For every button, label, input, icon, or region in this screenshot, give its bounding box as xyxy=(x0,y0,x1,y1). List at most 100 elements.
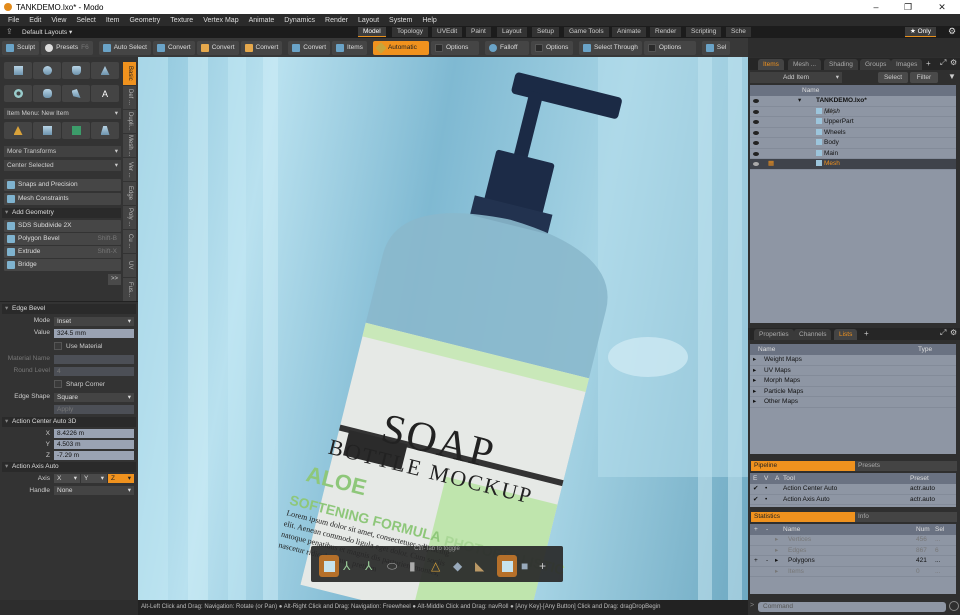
vtab-mesh[interactable]: Mesh ... xyxy=(123,134,136,157)
visibility-icon[interactable] xyxy=(753,151,759,156)
axis-x-button[interactable]: X xyxy=(54,474,80,483)
menu-item[interactable]: Item xyxy=(106,17,120,24)
sel-button[interactable]: Sel xyxy=(701,40,731,55)
add-tab-button[interactable]: + xyxy=(926,59,931,68)
only-toggle[interactable]: ★ Only xyxy=(905,27,936,37)
layout-upload-icon[interactable]: ⇪ xyxy=(6,27,13,36)
more-tools-button[interactable]: >> xyxy=(108,274,121,285)
tab-setup[interactable]: Setup xyxy=(532,27,559,37)
item-menu-dropdown[interactable]: Item Menu: New Item xyxy=(4,108,121,119)
filter-button[interactable]: Filter xyxy=(910,72,938,83)
center-selected-dropdown[interactable]: Center Selected xyxy=(4,160,121,171)
auto-select-button[interactable]: Auto Select xyxy=(98,40,151,55)
options-button[interactable]: Options xyxy=(430,40,479,55)
close-button[interactable]: ✕ xyxy=(928,0,956,14)
visibility-icon[interactable] xyxy=(753,120,759,124)
stat-sel[interactable]: ... xyxy=(935,567,940,578)
tab-render[interactable]: Render xyxy=(650,27,682,37)
vtab-polygon[interactable]: Poly ... xyxy=(123,206,136,229)
item-row[interactable]: UpperPart xyxy=(750,117,956,128)
more-transforms-dropdown[interactable]: More Transforms xyxy=(4,146,121,157)
value-input[interactable]: 324.5 mm xyxy=(54,329,134,338)
visibility-icon[interactable] xyxy=(753,109,759,114)
menu-texture[interactable]: Texture xyxy=(170,17,193,24)
edge-bevel-section[interactable]: Edge Bevel xyxy=(2,304,136,314)
add-tool-icon[interactable]: + xyxy=(539,559,546,573)
item-row[interactable]: Body xyxy=(750,138,956,149)
tab-shading[interactable]: Shading xyxy=(824,59,858,70)
add-tab-button[interactable]: + xyxy=(864,329,869,338)
convert-items-button[interactable]: Convert xyxy=(288,40,331,55)
pipeline-row[interactable]: ✔ • Action Center Auto actr.auto xyxy=(750,484,956,495)
tab-animate[interactable]: Animate xyxy=(612,27,646,37)
tab-uvedit[interactable]: UVEdit xyxy=(432,27,463,37)
mesh-constraints-button[interactable]: Mesh Constraints xyxy=(4,193,121,205)
add-geometry-section[interactable]: Add Geometry xyxy=(2,208,121,218)
select-through-button[interactable]: Select Through xyxy=(578,40,642,55)
list-item[interactable]: ▸ Particle Maps xyxy=(750,387,956,397)
item-row[interactable]: Wheels xyxy=(750,128,956,138)
stat-sel[interactable]: ... xyxy=(935,556,940,567)
torus-button[interactable] xyxy=(4,85,32,102)
restore-button[interactable]: ❐ xyxy=(894,0,922,14)
enabled-check-icon[interactable]: ✔ xyxy=(753,484,758,495)
menu-view[interactable]: View xyxy=(51,17,66,24)
extrude-button[interactable]: Extrude Shift-X xyxy=(4,246,121,258)
tab-model[interactable]: Model xyxy=(358,27,386,37)
convert-polygons-button[interactable]: Convert xyxy=(240,40,283,55)
tab-statistics[interactable]: Statistics xyxy=(751,512,855,522)
element-move-button[interactable] xyxy=(62,122,90,139)
stat-row[interactable]: ▸ Edges 867 6 xyxy=(750,546,956,557)
tab-game-tools[interactable]: Game Tools xyxy=(564,27,609,37)
command-input[interactable]: Command xyxy=(758,602,946,612)
text-button[interactable]: A xyxy=(91,85,119,102)
item-row[interactable]: ▾ TANKDEMO.lxo* xyxy=(750,96,956,107)
item-row[interactable]: Mesh (11) xyxy=(750,107,956,117)
menu-edit[interactable]: Edit xyxy=(29,17,41,24)
polygon-bevel-button[interactable]: Polygon Bevel Shift-B xyxy=(4,233,121,245)
extrude-tool-icon[interactable]: ◣ xyxy=(475,559,493,573)
item-row[interactable]: Main xyxy=(750,149,956,159)
bridge-button[interactable]: Bridge xyxy=(4,259,121,271)
tab-mesh-ops[interactable]: Mesh ... xyxy=(788,59,822,70)
list-item[interactable]: ▸ Weight Maps xyxy=(750,355,956,366)
list-item[interactable]: ▸ Morph Maps xyxy=(750,376,956,387)
convert-edges-button[interactable]: Convert xyxy=(196,40,239,55)
mode-dropdown[interactable]: Inset xyxy=(54,317,134,326)
tab-properties[interactable]: Properties xyxy=(754,329,794,340)
vtab-curve[interactable]: Cu ... xyxy=(123,230,136,253)
3d-viewport[interactable]: SOAP BOTTLE MOCKUP ALOE PHOTOREALISTIC S… xyxy=(138,57,748,600)
tab-topology[interactable]: Topology xyxy=(392,27,429,37)
add-selection-icon[interactable]: + xyxy=(754,556,758,567)
expand-arrow-icon[interactable]: ▸ xyxy=(775,556,778,567)
expand-arrow-icon[interactable]: ▸ xyxy=(753,355,756,366)
menu-layout[interactable]: Layout xyxy=(358,17,379,24)
list-item[interactable]: ▸ UV Maps xyxy=(750,366,956,376)
minimize-button[interactable]: – xyxy=(862,0,890,14)
vtab-uv[interactable]: UV xyxy=(123,254,136,277)
item-tool-icon[interactable]: ■ xyxy=(521,559,535,573)
menu-animate[interactable]: Animate xyxy=(249,17,275,24)
vtab-basic[interactable]: Basic xyxy=(123,62,136,85)
add-item-dropdown[interactable]: Add Item ▾ xyxy=(750,72,842,83)
action-center-section[interactable]: Action Center Auto 3D xyxy=(2,417,136,427)
visibility-icon[interactable] xyxy=(753,141,759,145)
tab-schematic[interactable]: Sche xyxy=(726,27,751,37)
item-row-selected[interactable]: ▦ Mesh xyxy=(750,159,956,170)
stat-row[interactable]: ▸ Vertices 456... xyxy=(750,535,956,546)
vtab-edge[interactable]: Edge xyxy=(123,182,136,205)
stat-sel[interactable]: 6 xyxy=(935,546,939,557)
menu-help[interactable]: Help xyxy=(422,17,436,24)
action-axis-section[interactable]: Action Axis Auto xyxy=(2,462,136,472)
vtab-fusion[interactable]: Fus... xyxy=(123,278,136,301)
cube-button[interactable] xyxy=(4,62,32,79)
default-layouts-dropdown[interactable]: Default Layouts ▾ xyxy=(22,28,72,36)
filter-funnel-icon[interactable]: ▼ xyxy=(948,72,956,81)
stat-row[interactable]: + - ▸ Polygons 421... xyxy=(750,556,956,567)
expand-arrow-icon[interactable]: ▸ xyxy=(775,535,778,546)
gear-icon[interactable]: ⚙ xyxy=(950,328,957,337)
edge-shape-dropdown[interactable]: Square xyxy=(54,393,134,402)
polygon-tool-button[interactable] xyxy=(497,555,517,577)
tab-layout[interactable]: Layout xyxy=(497,27,527,37)
tab-paint[interactable]: Paint xyxy=(466,27,491,37)
